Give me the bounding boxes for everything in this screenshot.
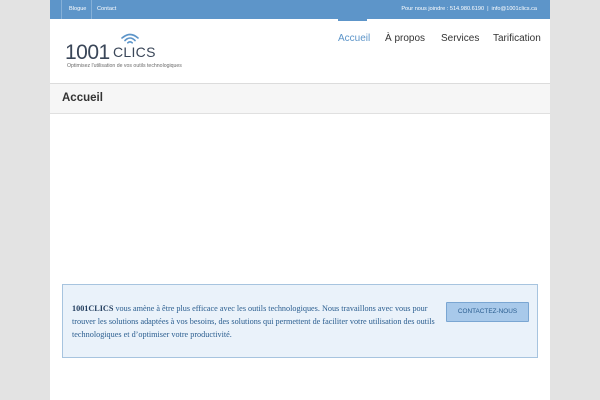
topbar-separator: |	[487, 6, 489, 12]
callout-box: 1001CLICS vous amène à être plus efficac…	[62, 284, 538, 358]
page-title-bar: Accueil	[50, 84, 550, 114]
nav-item-services[interactable]: Services	[441, 19, 479, 84]
topbar-link-contact[interactable]: Contact	[97, 0, 116, 19]
nav-label: Services	[441, 33, 480, 44]
topbar-phone: Pour nous joindre : 514.980.6190	[401, 6, 485, 12]
topbar-link-blogue[interactable]: Blogue	[69, 0, 86, 19]
nav-item-tarification[interactable]: Tarification	[493, 19, 541, 84]
site-wrapper: Blogue Contact Pour nous joindre : 514.9…	[50, 0, 550, 400]
active-indicator	[338, 19, 367, 21]
logo-word: CLICS	[113, 44, 156, 60]
callout-text: 1001CLICS vous amène à être plus efficac…	[72, 302, 444, 342]
callout-brand: 1001CLICS	[72, 304, 114, 313]
topbar-divider	[61, 0, 62, 19]
callout-body: vous amène à être plus efficace avec les…	[72, 304, 435, 340]
nav-item-a-propos[interactable]: À propos	[385, 19, 426, 84]
nav-label: Tarification	[493, 33, 541, 44]
nav-label: À propos	[385, 33, 426, 44]
nav-label: Accueil	[338, 33, 371, 44]
nav-item-accueil[interactable]: Accueil	[338, 19, 371, 84]
site-logo[interactable]: 1001 CLICS Optimisez l'utilisation de vo…	[65, 33, 190, 71]
logo-tagline: Optimisez l'utilisation de vos outils te…	[67, 63, 182, 69]
topbar-contact-info: Pour nous joindre : 514.980.6190 | info@10…	[401, 0, 537, 19]
topbar-divider	[91, 0, 92, 19]
logo-number: 1001	[65, 41, 110, 64]
contact-button[interactable]: CONTACTEZ-NOUS	[446, 302, 529, 322]
header: 1001 CLICS Optimisez l'utilisation de vo…	[50, 19, 550, 84]
page-title: Accueil	[62, 92, 103, 104]
topbar-email[interactable]: info@1001clics.ca	[492, 6, 537, 12]
top-bar: Blogue Contact Pour nous joindre : 514.9…	[50, 0, 550, 19]
